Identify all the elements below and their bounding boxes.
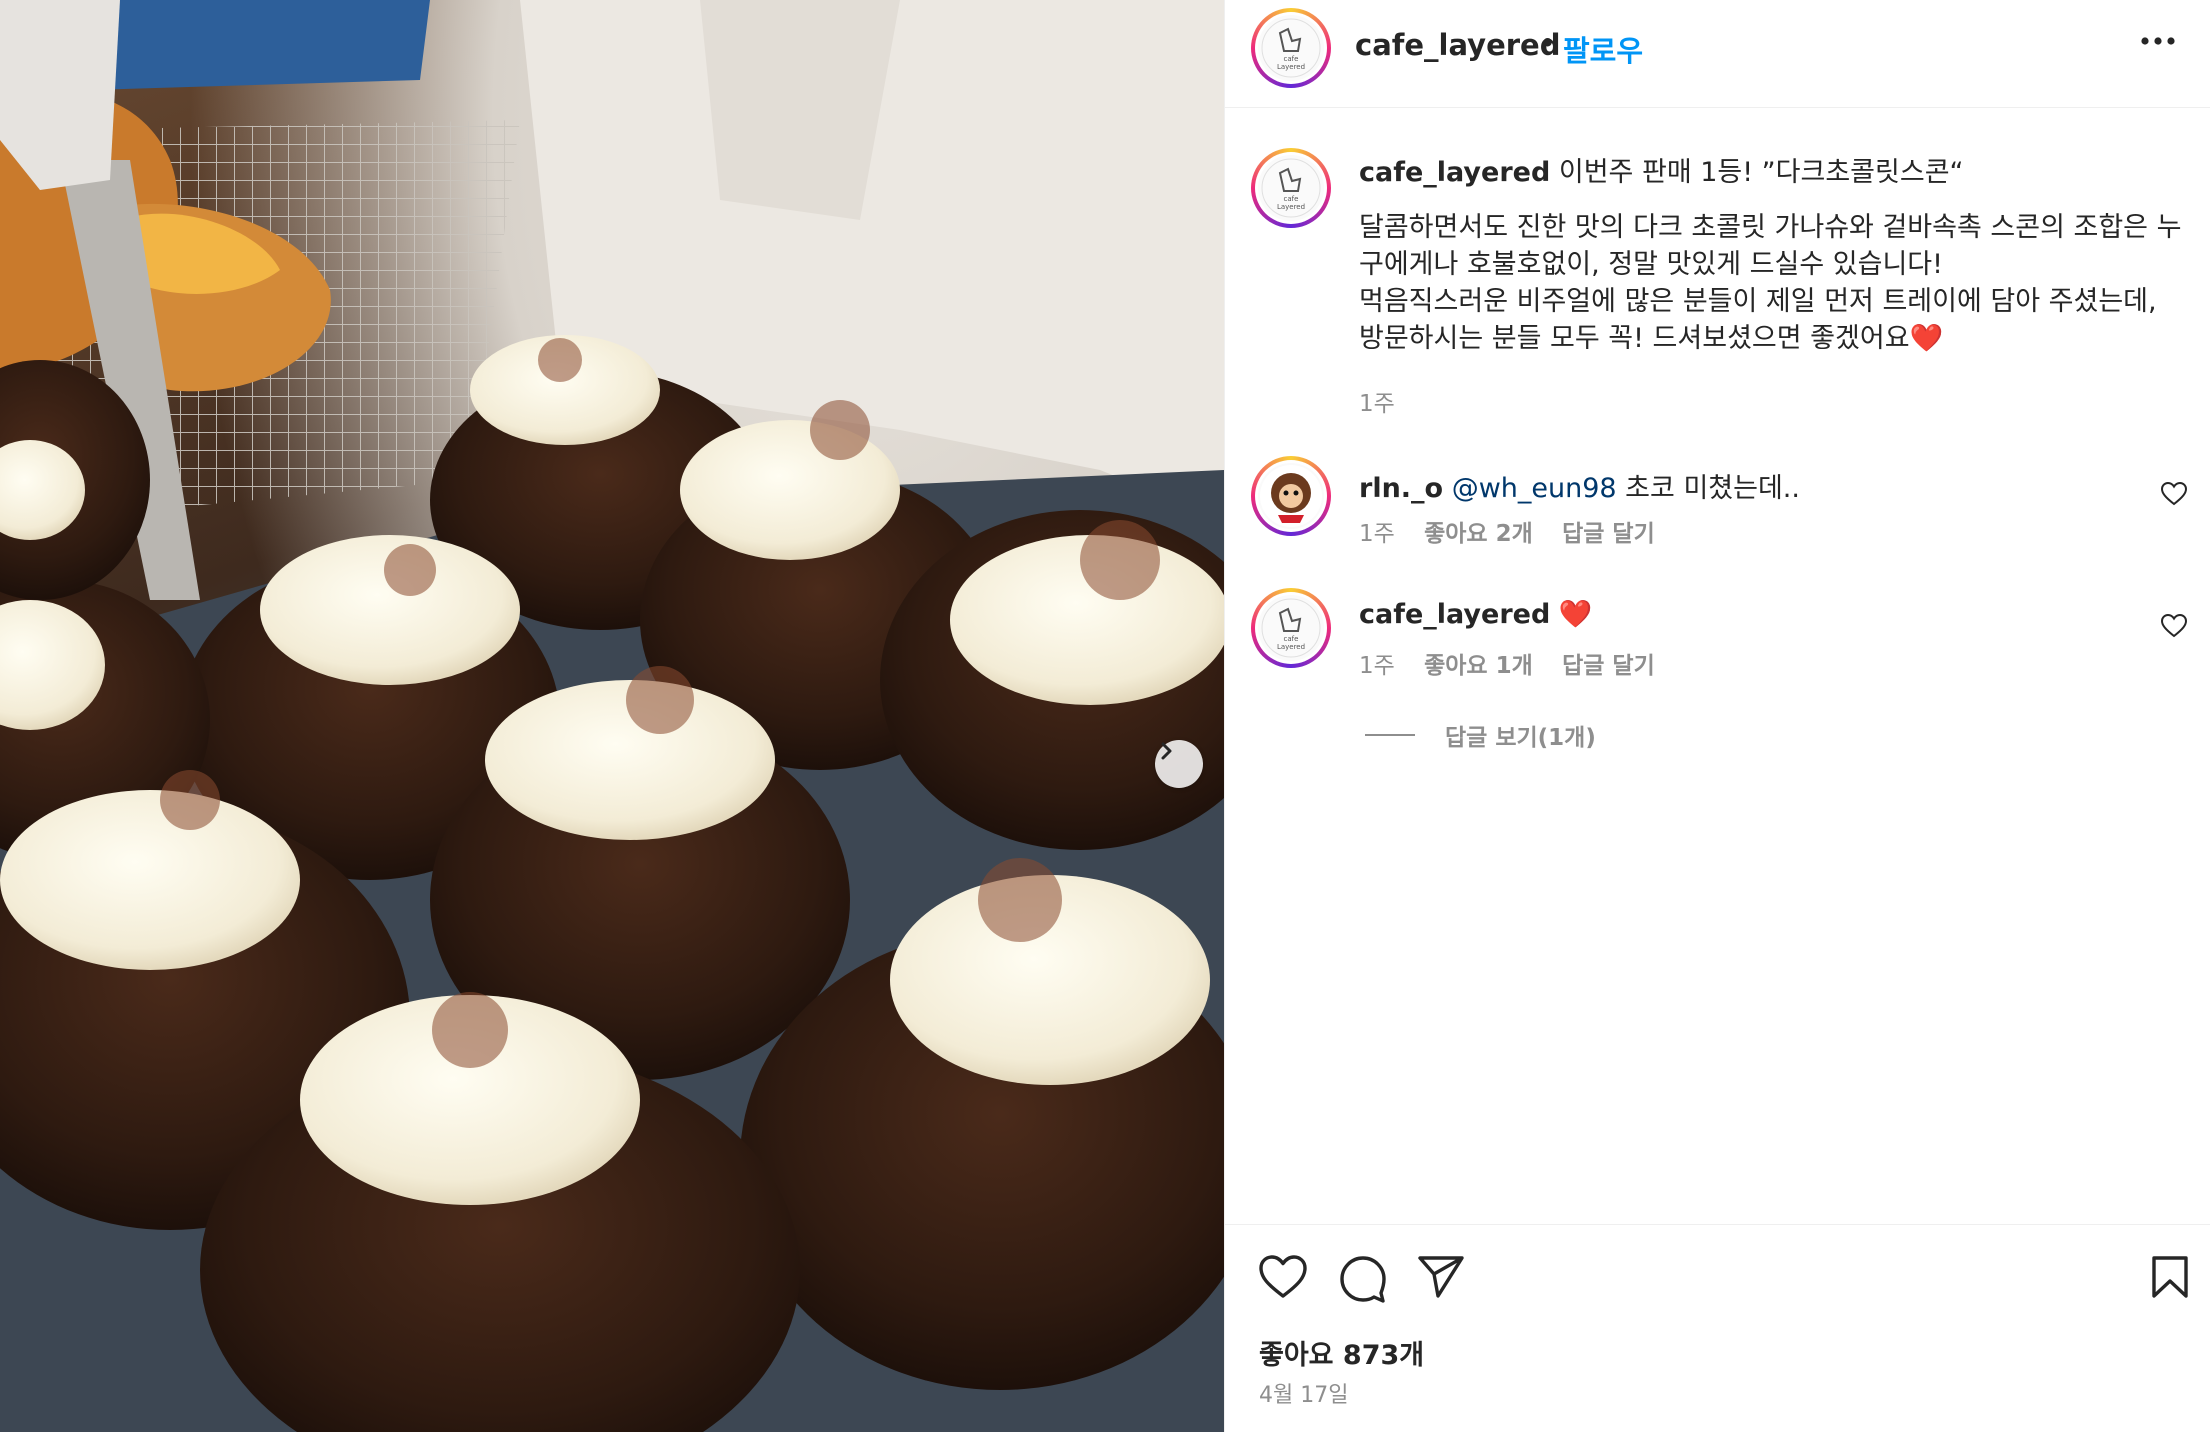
comment-mention[interactable]: @wh_eun98: [1452, 473, 1617, 504]
comment-likes[interactable]: 좋아요 2개: [1424, 521, 1533, 547]
post-username[interactable]: cafe_layered: [1355, 28, 1560, 62]
avatar[interactable]: cafe Layered: [1251, 8, 1331, 88]
like-heart-icon[interactable]: [1259, 1255, 1307, 1299]
comment-meta: 1주 좋아요 1개 답글 달기: [1359, 646, 1677, 680]
reply-button[interactable]: 답글 달기: [1562, 521, 1655, 547]
post-footer: 좋아요 873개 4월 17일: [1225, 1224, 2210, 1432]
caption-time[interactable]: 1주: [1359, 384, 1395, 418]
post-header: cafe Layered cafe_layered • 팔로우: [1225, 0, 2210, 108]
svg-text:cafe: cafe: [1284, 55, 1299, 63]
comment-time[interactable]: 1주: [1359, 521, 1395, 547]
comment-time[interactable]: 1주: [1359, 653, 1395, 679]
comment-username[interactable]: cafe_layered: [1359, 599, 1550, 630]
heart-outline-icon[interactable]: [2161, 614, 2187, 638]
bookmark-icon[interactable]: [2151, 1255, 2189, 1299]
comment-text-line: cafe_layered ❤️: [1359, 598, 1593, 630]
caption-username[interactable]: cafe_layered: [1359, 157, 1550, 188]
post-side-panel: cafe Layered cafe_layered • 팔로우 cafe Lay…: [1224, 0, 2210, 1432]
comment-text: ❤️: [1550, 599, 1593, 630]
comment-likes[interactable]: 좋아요 1개: [1424, 653, 1533, 679]
cafe-logo-icon: cafe Layered: [1261, 158, 1321, 218]
likes-count[interactable]: 좋아요 873개: [1259, 1333, 1424, 1372]
view-replies-button[interactable]: 답글 보기(1개): [1365, 718, 1596, 752]
caption-line-3: 먹음직스러운 비주얼에 많은 분들이 제일 먼저 트레이에 담아 주셨는데, 방…: [1359, 286, 2157, 354]
carousel-next-button[interactable]: [1155, 740, 1203, 788]
comment-username[interactable]: rln._o: [1359, 473, 1443, 504]
comment-meta: 1주 좋아요 2개 답글 달기: [1359, 514, 1677, 548]
caption-line-2: 달콤하면서도 진한 맛의 다크 초콜릿 가나슈와 겉바속촉 스콘의 조합은 누구…: [1359, 212, 2182, 280]
cafe-logo-icon: cafe Layered: [1261, 598, 1321, 658]
view-replies-label: 답글 보기(1개): [1445, 725, 1596, 751]
heart-emoji: ❤️: [1909, 323, 1944, 354]
comment-bubble-icon[interactable]: [1339, 1255, 1387, 1303]
svg-text:Layered: Layered: [1277, 203, 1305, 211]
svg-text:cafe: cafe: [1284, 635, 1299, 643]
chevron-right-icon: [1161, 742, 1172, 760]
heart-outline-icon[interactable]: [2161, 482, 2187, 506]
cafe-logo-icon: cafe Layered: [1261, 18, 1321, 78]
replies-divider: [1365, 734, 1415, 736]
caption-text: cafe_layered 이번주 판매 1등! ”다크초콜릿스콘“ 달콤하면서도…: [1359, 154, 2189, 357]
comment-text-line: rln._o @wh_eun98 초코 미쳤는데..: [1359, 466, 1800, 505]
comment-text: 초코 미쳤는데..: [1616, 473, 1800, 504]
scones-illustration: [0, 0, 1224, 1432]
comment-avatar[interactable]: cafe Layered: [1251, 588, 1331, 668]
follow-button[interactable]: 팔로우: [1563, 28, 1643, 70]
caption-avatar[interactable]: cafe Layered: [1251, 148, 1331, 228]
svg-text:Layered: Layered: [1277, 63, 1305, 71]
post-photo[interactable]: [0, 0, 1224, 1432]
more-horizontal-icon[interactable]: [2141, 36, 2175, 46]
post-date[interactable]: 4월 17일: [1259, 1377, 1348, 1409]
svg-text:cafe: cafe: [1284, 195, 1299, 203]
monkey-doll-avatar-icon: [1260, 465, 1322, 527]
caption-line-1: 이번주 판매 1등! ”다크초콜릿스콘“: [1550, 157, 1964, 188]
separator-dot: •: [1539, 26, 1557, 60]
svg-text:Layered: Layered: [1277, 643, 1305, 651]
reply-button[interactable]: 답글 달기: [1562, 653, 1655, 679]
share-send-icon[interactable]: [1417, 1255, 1465, 1299]
comment-avatar[interactable]: [1251, 456, 1331, 536]
